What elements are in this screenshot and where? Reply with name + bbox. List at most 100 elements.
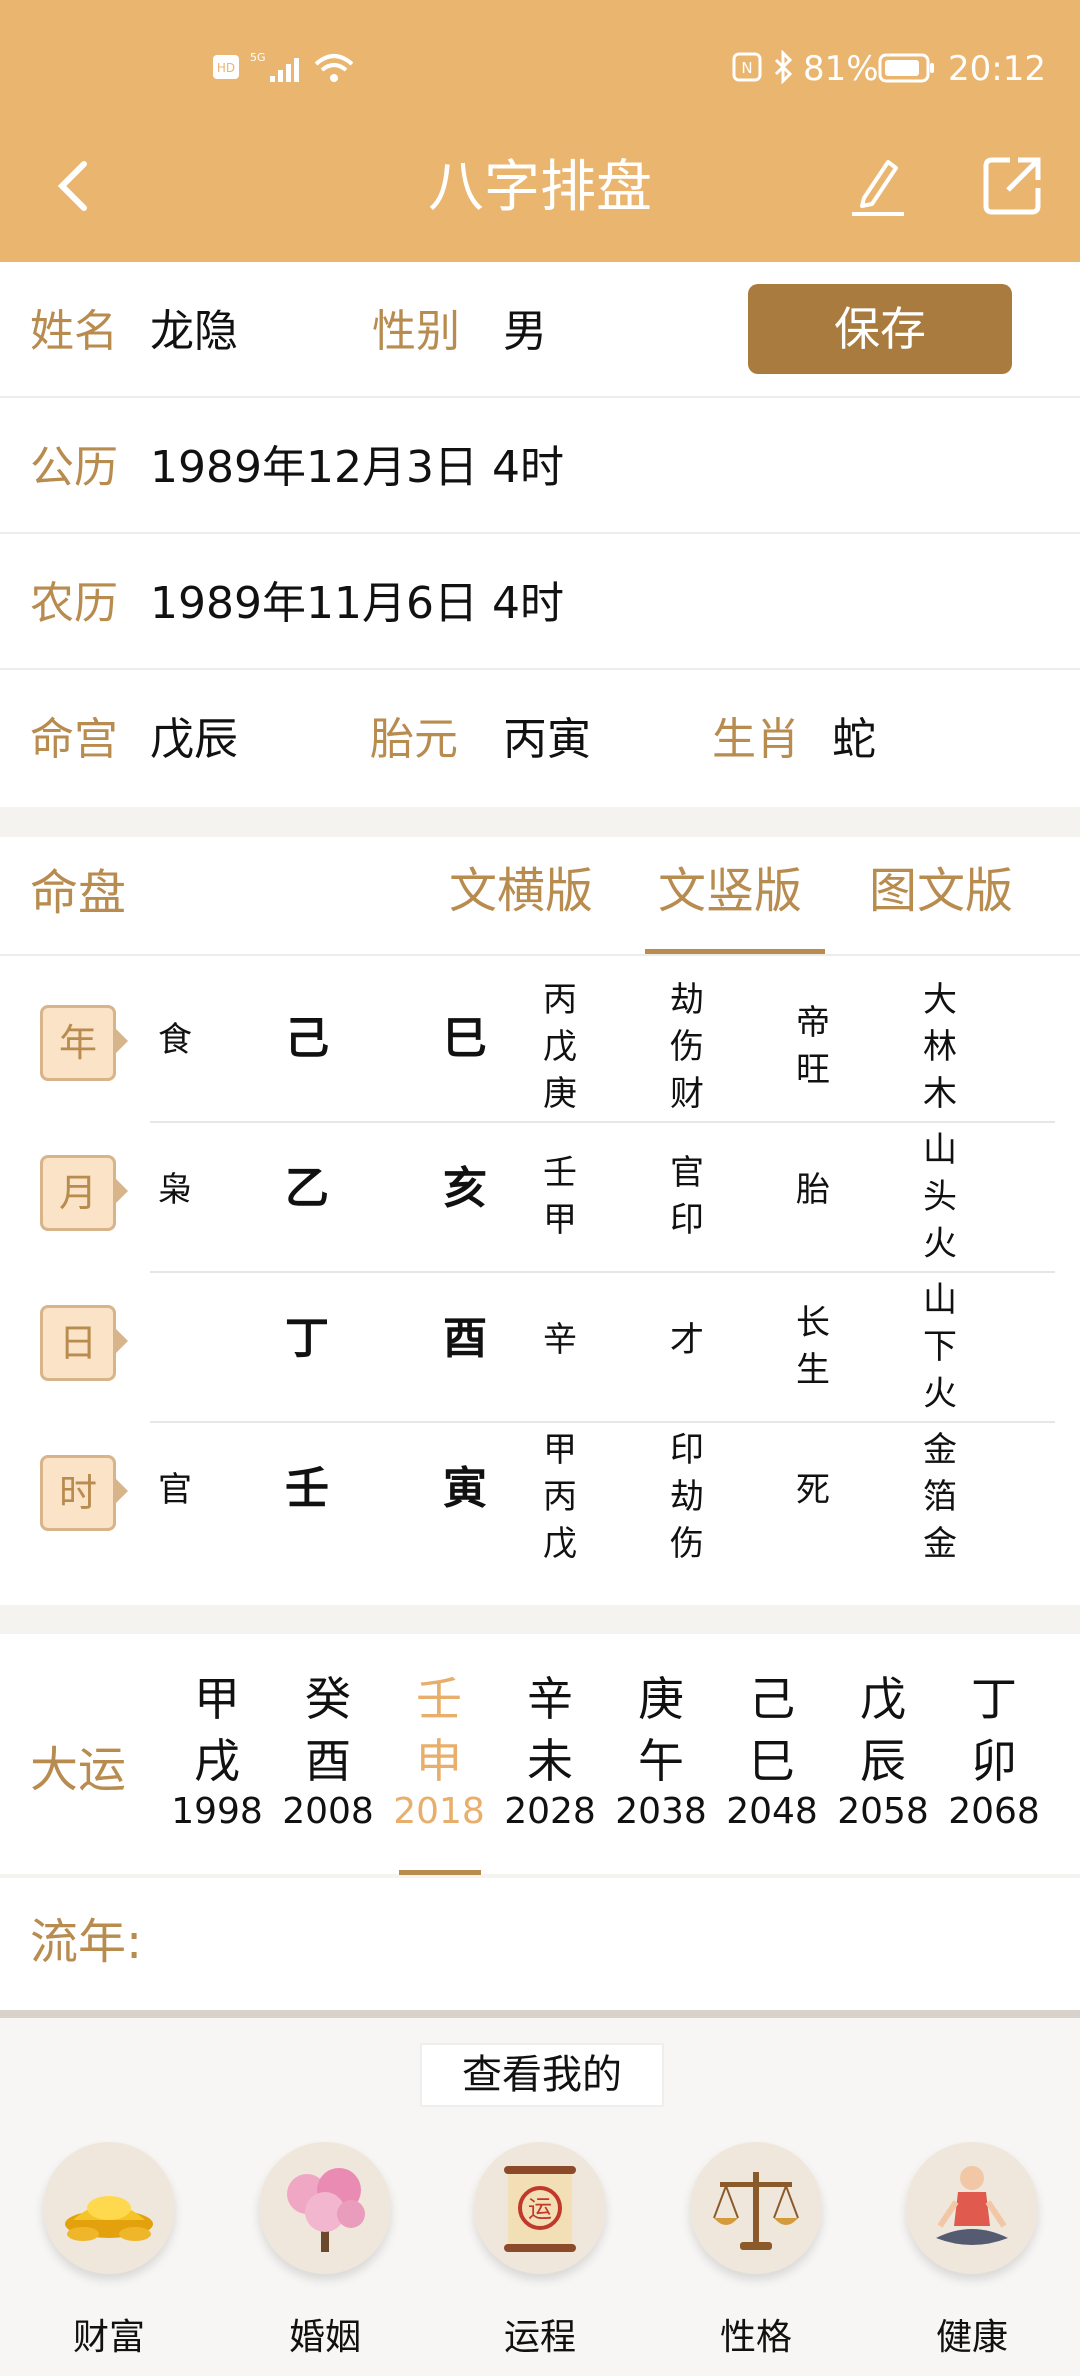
canggan-shishen: 印 劫 伤 <box>670 1430 704 1564</box>
share-icon[interactable] <box>980 154 1044 218</box>
dayun-item[interactable]: 丁 卯 2068 <box>939 1668 1049 1832</box>
divider <box>0 954 1080 956</box>
pillar-hour: 时 <box>40 1455 116 1531</box>
pillar-month: 月 <box>40 1155 116 1231</box>
minggong-label: 命宫 <box>30 714 118 765</box>
divider <box>150 1271 1055 1273</box>
dizhi: 寅 <box>443 1463 487 1514</box>
view-mine-title: 查看我的 <box>420 2043 664 2107</box>
nav-label[interactable]: 健康 <box>872 2308 1072 2360</box>
dayun-gan: 癸 <box>305 1672 351 1726</box>
changsheng: 死 <box>796 1470 830 1510</box>
dayun-item[interactable]: 庚 午 2038 <box>606 1668 716 1832</box>
save-button[interactable]: 保存 <box>748 284 1012 374</box>
dayun-year: 2058 <box>837 1791 929 1832</box>
canggan-shishen: 才 <box>670 1320 704 1360</box>
svg-text:5G: 5G <box>250 51 266 64</box>
dayun-item[interactable]: 辛 未 2028 <box>495 1668 605 1832</box>
dayun-gan: 己 <box>749 1672 795 1726</box>
shishen: 官 <box>158 1470 192 1510</box>
name-label: 姓名 <box>30 306 118 357</box>
status-hd-icon: HD <box>212 54 240 84</box>
tab-tuwen[interactable]: 图文版 <box>869 867 1013 915</box>
tiangan: 丁 <box>285 1313 329 1364</box>
shengxiao-value: 蛇 <box>832 714 876 765</box>
signal-icon: 5G <box>250 50 300 88</box>
dayun-gan: 壬 <box>416 1672 462 1726</box>
nayin: 山 头 火 <box>923 1130 957 1264</box>
nav-label[interactable]: 性格 <box>656 2308 856 2360</box>
liunian-section: 流年: <box>0 1878 1080 2010</box>
mingpan-title: 命盘 <box>30 865 127 921</box>
tab-wenheng[interactable]: 文横版 <box>449 867 593 915</box>
lunar-label: 农历 <box>30 578 118 629</box>
dayun-zhi: 申 <box>416 1734 462 1788</box>
svg-text:N: N <box>741 59 752 77</box>
shishen: 枭 <box>158 1170 192 1210</box>
dayun-year: 2028 <box>504 1791 596 1832</box>
scales-icon[interactable] <box>690 2142 822 2274</box>
pillar-notch <box>116 1329 128 1353</box>
taiyuan-value: 丙寅 <box>503 714 591 765</box>
divider <box>0 2010 1080 2018</box>
gender-value: 男 <box>503 306 547 357</box>
divider <box>150 1121 1055 1123</box>
lunar-date: 1989年11月6日 4时 <box>150 578 564 629</box>
divider <box>150 1421 1055 1423</box>
dayun-zhi: 戌 <box>194 1734 240 1788</box>
canggan-shishen: 官 印 <box>670 1153 704 1240</box>
svg-text:运: 运 <box>528 2195 552 2223</box>
dayun-year: 2048 <box>726 1791 818 1832</box>
dayun-item[interactable]: 甲 戌 1998 <box>162 1668 272 1832</box>
dizhi: 亥 <box>443 1163 487 1214</box>
edit-icon[interactable] <box>848 154 908 218</box>
dayun-gan: 庚 <box>638 1672 684 1726</box>
mingpan-section: 命盘 文横版 文竖版 图文版 年 食 己 巳 丙 戊 庚 劫 伤 财 帝 旺 大… <box>0 837 1080 1605</box>
pillar-day: 日 <box>40 1305 116 1381</box>
canggan: 甲 丙 戊 <box>543 1430 577 1564</box>
dayun-year: 1998 <box>171 1791 263 1832</box>
blossom-tree-icon[interactable] <box>259 2142 391 2274</box>
gold-ingot-icon[interactable] <box>43 2142 175 2274</box>
dayun-label: 大运 <box>30 1742 127 1798</box>
pillar-notch <box>116 1179 128 1203</box>
canggan: 辛 <box>543 1320 577 1360</box>
wifi-icon <box>312 50 356 88</box>
divider <box>0 396 1080 398</box>
dayun-item[interactable]: 戊 辰 2058 <box>828 1668 938 1832</box>
dayun-item-active[interactable]: 壬 申 2018 <box>384 1668 494 1832</box>
clock: 20:12 <box>948 49 1046 89</box>
shengxiao-label: 生肖 <box>712 714 800 765</box>
gender-label: 性别 <box>372 306 460 357</box>
shishen: 食 <box>158 1020 192 1060</box>
dayun-zhi: 未 <box>527 1734 573 1788</box>
tab-wenshu[interactable]: 文竖版 <box>658 867 802 915</box>
name-value: 龙隐 <box>150 306 238 357</box>
battery-icon <box>878 52 936 88</box>
changsheng: 长 生 <box>796 1303 830 1390</box>
scroll-yun-icon[interactable]: 运 <box>474 2142 606 2274</box>
changsheng: 胎 <box>796 1170 830 1210</box>
dayun-year: 2068 <box>948 1791 1040 1832</box>
dayun-section: 大运 甲 戌 1998 癸 酉 2008 壬 申 2018 辛 未 2028 庚… <box>0 1634 1080 1875</box>
dayun-zhi: 辰 <box>860 1734 906 1788</box>
nayin: 金 箔 金 <box>923 1430 957 1564</box>
minggong-value: 戊辰 <box>150 714 238 765</box>
dayun-zhi: 卯 <box>971 1734 1017 1788</box>
dayun-item[interactable]: 己 巳 2048 <box>717 1668 827 1832</box>
nayin: 山 下 火 <box>923 1280 957 1414</box>
dayun-item[interactable]: 癸 酉 2008 <box>273 1668 383 1832</box>
divider <box>0 668 1080 670</box>
tiangan: 乙 <box>285 1163 329 1214</box>
nav-label[interactable]: 运程 <box>440 2308 640 2360</box>
top-header: HD 5G N 81% 20:12 八字排盘 <box>0 0 1080 262</box>
divider <box>0 532 1080 534</box>
solar-date: 1989年12月3日 4时 <box>150 442 564 493</box>
meditation-icon[interactable] <box>906 2142 1038 2274</box>
dayun-year: 2008 <box>282 1791 374 1832</box>
dayun-zhi: 酉 <box>305 1734 351 1788</box>
nav-label[interactable]: 财富 <box>9 2308 209 2360</box>
pillar-year: 年 <box>40 1005 116 1081</box>
bluetooth-icon <box>772 49 794 88</box>
nav-label[interactable]: 婚姻 <box>225 2308 425 2360</box>
